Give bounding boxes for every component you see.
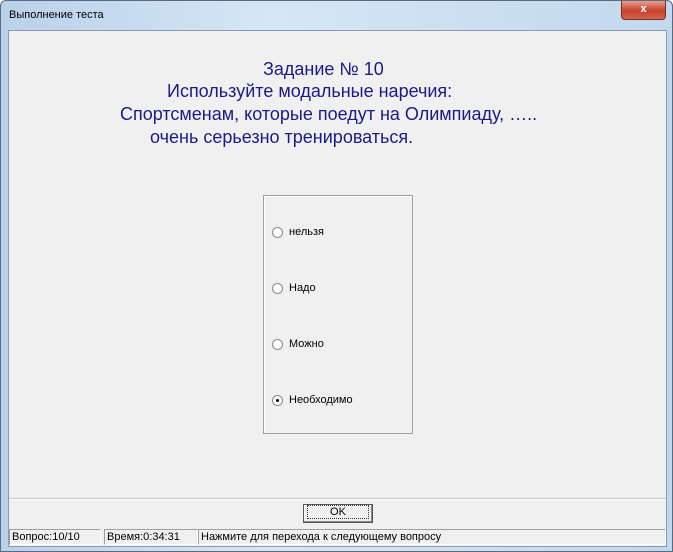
option-nelzya[interactable]: нельзя [272,226,324,238]
divider [9,498,666,500]
radio-selected-icon[interactable] [272,394,283,406]
option-label: Можно [289,338,324,350]
client-area: Задание № 10 Используйте модальные нареч… [8,30,667,547]
close-button[interactable]: x [621,1,666,20]
radio-icon[interactable] [272,282,283,294]
option-label: Надо [289,282,316,294]
option-nado[interactable]: Надо [272,282,316,294]
test-window: Выполнение теста x Задание № 10 Использу… [0,0,673,552]
task-instruction: Используйте модальные наречия: [167,81,453,101]
status-hint: Нажмите для перехода к следующему вопрос… [198,529,666,545]
window-title: Выполнение теста [9,9,104,21]
task-number: Задание № 10 [263,59,384,79]
ok-button[interactable]: OK [303,504,373,523]
task-sentence-1: Спортсменам, которые поедут на Олимпиаду… [120,104,538,124]
status-time: Время:0:34:31 [104,529,198,545]
task-sentence-2: очень серьезно тренироваться. [150,127,414,147]
option-neobkhodimo[interactable]: Необходимо [272,394,353,406]
radio-icon[interactable] [272,338,283,350]
answer-options-group: нельзя Надо Можно Необходимо [263,195,413,434]
ok-label: OK [307,505,369,519]
option-label: нельзя [289,226,324,238]
radio-icon[interactable] [272,226,283,238]
option-mozhno[interactable]: Можно [272,338,324,350]
status-question: Вопрос:10/10 [9,529,101,545]
option-label: Необходимо [289,394,353,406]
